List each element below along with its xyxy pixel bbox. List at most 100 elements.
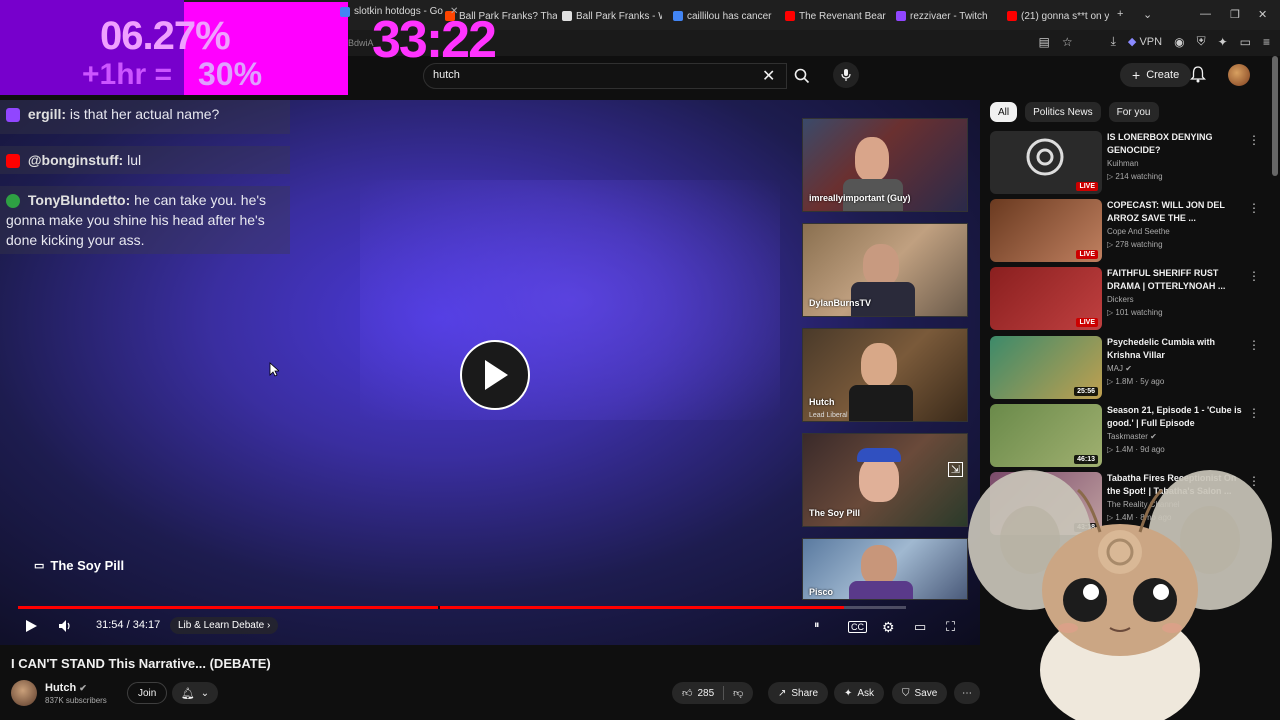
more-vertical-icon[interactable]: ⋮ [1248,406,1260,420]
more-vertical-icon[interactable]: ⋮ [1248,269,1260,283]
tab-favicon-icon [896,11,906,21]
wallet-icon[interactable]: ▭ [1240,35,1251,49]
clear-search-icon[interactable]: ✕ [762,66,775,86]
reader-mode-icon[interactable]: ▤ [1039,35,1050,49]
captions-icon[interactable]: CC [848,621,867,633]
volume-icon [59,620,70,632]
like-button[interactable]: 👍︎ 285 👎︎ [672,682,754,704]
search-input[interactable] [423,63,787,89]
recommendation-item[interactable]: 25:56 Psychedelic Cumbia with Krishna Vi… [990,336,1270,400]
recommendation-thumbnail[interactable]: LIVE [990,131,1102,194]
volume-button[interactable] [58,619,72,633]
ask-button[interactable]: ✦ Ask [834,682,885,704]
recommendation-channel[interactable]: Cope And Seethe [1107,227,1170,236]
play-button[interactable] [24,619,38,633]
new-tab-icon[interactable]: + [1117,8,1123,20]
subscription-bell-button[interactable]: 🔔︎ ⌄ [172,682,218,704]
plus-icon: + [1132,67,1141,83]
browser-tab[interactable]: caillilou has cancer✕ [673,6,773,26]
autoplay-toggle[interactable]: ⏸ [814,619,820,632]
browser-tab[interactable]: Ball Park Franks - Wi✕ [562,6,662,26]
bookmark-icon: ⛉ [902,687,910,699]
chapter-button[interactable]: Lib & Learn Debate › [170,617,279,634]
recommendation-title[interactable]: Season 21, Episode 1 - 'Cube is good.' |… [1107,404,1247,430]
moth-mascot-icon [968,470,1272,720]
screen: Ball Park Franks? Thank✕ Ball Park Frank… [0,0,1280,720]
settings-gear-icon[interactable]: ⚙ [882,619,895,636]
recommendation-item[interactable]: LIVE FAITHFUL SHERIFF RUST DRAMA | OTTER… [990,267,1270,331]
chat-username: @bonginstuff: [27,152,124,168]
recommendation-meta: ▷ 101 watching [1107,308,1163,317]
chip-politics-news[interactable]: Politics News [1025,102,1101,122]
minimize-icon[interactable]: — [1200,8,1211,20]
create-button[interactable]: + Create [1120,63,1192,87]
vpn-button[interactable]: ◆ VPN [1128,35,1162,48]
notifications-button[interactable] [1189,66,1207,88]
chat-message: ergill: is that her actual name? [0,100,290,134]
video-player[interactable]: ergill: is that her actual name? @bongin… [0,100,980,645]
extensions-icon[interactable]: ✦ [1218,35,1228,49]
shield-icon[interactable]: ⛨ [1197,34,1206,49]
address-url-fragment[interactable]: BdwiA [348,38,374,48]
recommendation-channel[interactable]: Taskmaster ✔ [1107,432,1157,441]
chat-username: ergill: [27,106,67,122]
recommendation-title[interactable]: COPECAST: WILL JON DEL ARROZ SAVE THE ..… [1107,199,1247,225]
account-avatar[interactable] [1228,64,1250,86]
recommendation-thumbnail[interactable]: 25:56 [990,336,1102,399]
fullscreen-icon[interactable]: ⛶ [946,619,955,635]
recommendation-item[interactable]: LIVE IS LONERBOX DENYING GENOCIDE? Kuihm… [990,131,1270,195]
tab-list-icon[interactable]: ⌄ [1143,8,1152,21]
download-icon[interactable]: ⤓ [1111,34,1116,49]
recommendation-title[interactable]: FAITHFUL SHERIFF RUST DRAMA | OTTERLYNOA… [1107,267,1247,293]
chat-message: @bonginstuff: lul [0,146,290,174]
progress-bar[interactable] [18,606,906,609]
thumbs-down-icon[interactable]: 👎︎ [733,687,743,699]
more-vertical-icon[interactable]: ⋮ [1248,133,1260,147]
recommendation-thumbnail[interactable]: LIVE [990,199,1102,262]
browser-tab[interactable]: The Revenant Bear A✕ [785,6,887,26]
voice-search-button[interactable] [833,62,859,88]
share-button[interactable]: ↗ Share [768,682,829,704]
join-button[interactable]: Join [127,682,168,704]
person-body [849,581,913,599]
more-vertical-icon[interactable]: ⋮ [1248,338,1260,352]
more-vertical-icon[interactable]: ⋮ [1248,201,1260,215]
recommendation-channel[interactable]: MAJ ✔ [1107,364,1132,373]
chip-all[interactable]: All [990,102,1018,122]
recommendation-item[interactable]: 46:13 Season 21, Episode 1 - 'Cube is go… [990,404,1270,468]
camera-tile: DylanBurnsTV [802,223,968,317]
menu-icon[interactable]: ≡ [1263,35,1270,49]
channel-name[interactable]: Hutch ✔ [45,682,87,694]
recommendation-thumbnail[interactable]: 46:13 [990,404,1102,467]
chat-text: lul [123,152,142,168]
browser-tab[interactable]: rezzivaer - Twitch✕ [896,6,996,26]
search-icon [794,68,810,84]
recommendation-channel[interactable]: Dickers [1107,295,1134,304]
search-button[interactable] [788,63,816,89]
search-input-value: hutch [433,69,460,81]
overlay-bonus-text: +1hr = [82,58,173,91]
channel-avatar[interactable] [11,680,37,706]
restore-icon[interactable]: ❐ [1230,8,1240,21]
sidebar-scrollbar[interactable] [1272,56,1278,176]
recommendation-thumbnail[interactable]: LIVE [990,267,1102,330]
browser-tab-active[interactable]: (21) gonna s**t on y✕ [1007,6,1109,26]
bookmark-star-icon[interactable]: ☆ [1062,35,1073,49]
theater-mode-icon[interactable]: ▭ [914,619,926,635]
recommendation-title[interactable]: IS LONERBOX DENYING GENOCIDE? [1107,131,1247,157]
person-head [859,456,899,502]
recommendation-title[interactable]: Psychedelic Cumbia with Krishna Villar [1107,336,1247,362]
thumbs-up-icon: 👍︎ [682,688,693,699]
profile-icon[interactable]: ◉ [1174,35,1184,49]
chat-text: is that her actual name? [66,106,220,122]
vpn-diamond-icon: ◆ [1127,36,1137,48]
bell-icon: 🔔︎ [180,687,195,700]
big-play-button[interactable] [460,340,530,410]
recommendation-channel[interactable]: Kuihman [1107,159,1139,168]
recommendation-item[interactable]: LIVE COPECAST: WILL JON DEL ARROZ SAVE T… [990,199,1270,263]
chip-for-you[interactable]: For you [1108,102,1159,122]
close-window-icon[interactable]: ✕ [1258,8,1267,21]
save-button[interactable]: ⛉ Save [892,682,948,704]
video-title: I CAN'T STAND This Narrative... (DEBATE) [11,656,271,671]
channel-logo-icon [1026,138,1064,176]
